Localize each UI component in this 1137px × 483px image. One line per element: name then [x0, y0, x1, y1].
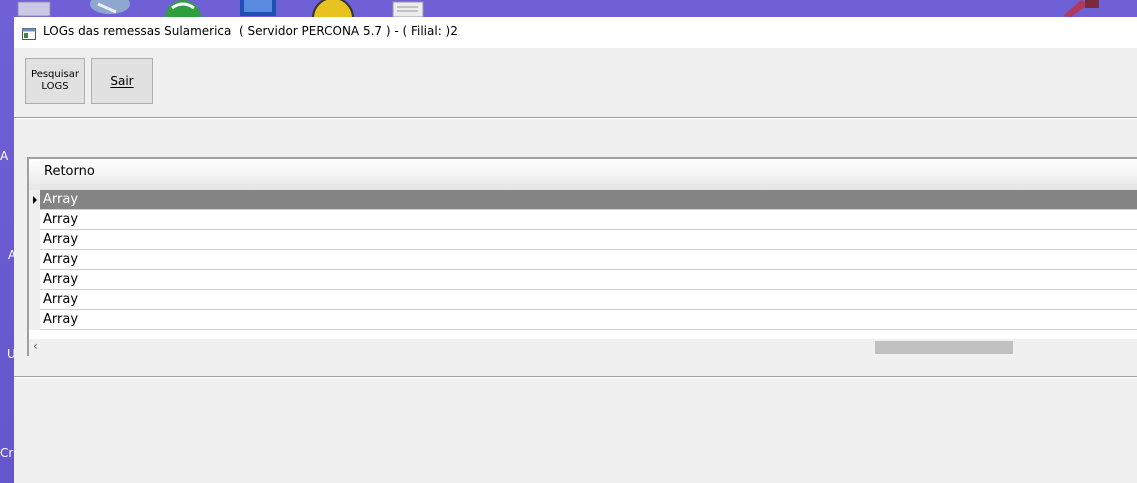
desktop-label: A — [0, 149, 9, 163]
row-indicator[interactable] — [29, 230, 40, 250]
row-indicator[interactable] — [29, 270, 40, 290]
app-window: LOGs das remessas Sulamerica ( Servidor … — [14, 17, 1137, 483]
search-logs-label-line2: LOGS — [41, 81, 69, 92]
exit-button[interactable]: Sair — [91, 58, 153, 104]
grid-cell[interactable]: Array — [40, 250, 1137, 270]
grid-rows: Array Array Array Array Array Array Arra… — [29, 190, 1137, 330]
table-row[interactable]: Array — [29, 250, 1137, 270]
row-indicator[interactable] — [29, 290, 40, 310]
row-indicator[interactable] — [29, 190, 40, 210]
grid-cell[interactable]: Array — [40, 190, 1137, 210]
horizontal-scrollbar[interactable]: ‹ — [29, 339, 1137, 356]
table-row[interactable]: Array — [29, 230, 1137, 250]
exit-button-label: Sair — [110, 74, 134, 88]
bottom-divider — [14, 376, 1137, 378]
scroll-left-icon[interactable]: ‹ — [33, 339, 38, 353]
grid-cell[interactable]: Array — [40, 230, 1137, 250]
results-grid[interactable]: Retorno Array Array Array Array Array Ar… — [27, 157, 1137, 356]
search-logs-label-line1: Pesquisar — [31, 69, 79, 80]
row-indicator[interactable] — [29, 210, 40, 230]
table-row[interactable]: Array — [29, 290, 1137, 310]
desktop-label: Cr — [0, 446, 14, 460]
grid-cell[interactable]: Array — [40, 210, 1137, 230]
window-title: LOGs das remessas Sulamerica ( Servidor … — [43, 24, 458, 38]
current-row-arrow-icon — [33, 196, 37, 204]
grid-cell[interactable]: Array — [40, 270, 1137, 290]
app-window-icon — [22, 25, 36, 40]
search-logs-button[interactable]: Pesquisar LOGS — [25, 58, 85, 104]
table-row[interactable]: Array — [29, 270, 1137, 290]
title-bar[interactable]: LOGs das remessas Sulamerica ( Servidor … — [14, 17, 1137, 48]
grid-corner — [29, 159, 40, 190]
row-indicator[interactable] — [29, 310, 40, 330]
table-row[interactable]: Array — [29, 310, 1137, 330]
table-row[interactable]: Array — [29, 210, 1137, 230]
grid-cell[interactable]: Array — [40, 290, 1137, 310]
grid-cell[interactable]: Array — [40, 310, 1137, 330]
row-indicator[interactable] — [29, 250, 40, 270]
toolbar-divider — [14, 117, 1137, 119]
scrollbar-thumb[interactable] — [875, 341, 1013, 354]
column-header-retorno[interactable]: Retorno — [44, 164, 95, 179]
table-row[interactable]: Array — [29, 190, 1137, 210]
grid-header: Retorno — [29, 159, 1137, 190]
